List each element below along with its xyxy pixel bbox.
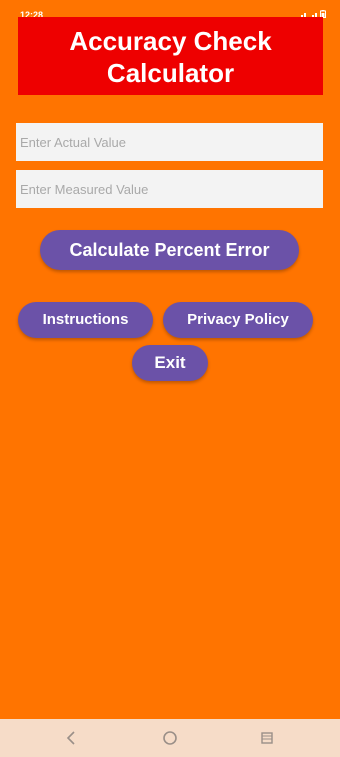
calculate-percent-error-button[interactable]: Calculate Percent Error [40, 230, 299, 270]
app-title-line-2: Calculator [106, 58, 235, 88]
recents-icon[interactable] [257, 728, 277, 748]
app-header: Accuracy Check Calculator [18, 17, 323, 95]
app-title-line-1: Accuracy Check [69, 26, 272, 56]
system-nav-bar [0, 719, 340, 757]
exit-button[interactable]: Exit [132, 345, 208, 381]
home-icon[interactable] [160, 728, 180, 748]
back-icon[interactable] [61, 728, 81, 748]
actual-value-input[interactable] [16, 123, 323, 161]
measured-value-input[interactable] [16, 170, 323, 208]
instructions-button[interactable]: Instructions [18, 302, 153, 338]
privacy-policy-button[interactable]: Privacy Policy [163, 302, 313, 338]
